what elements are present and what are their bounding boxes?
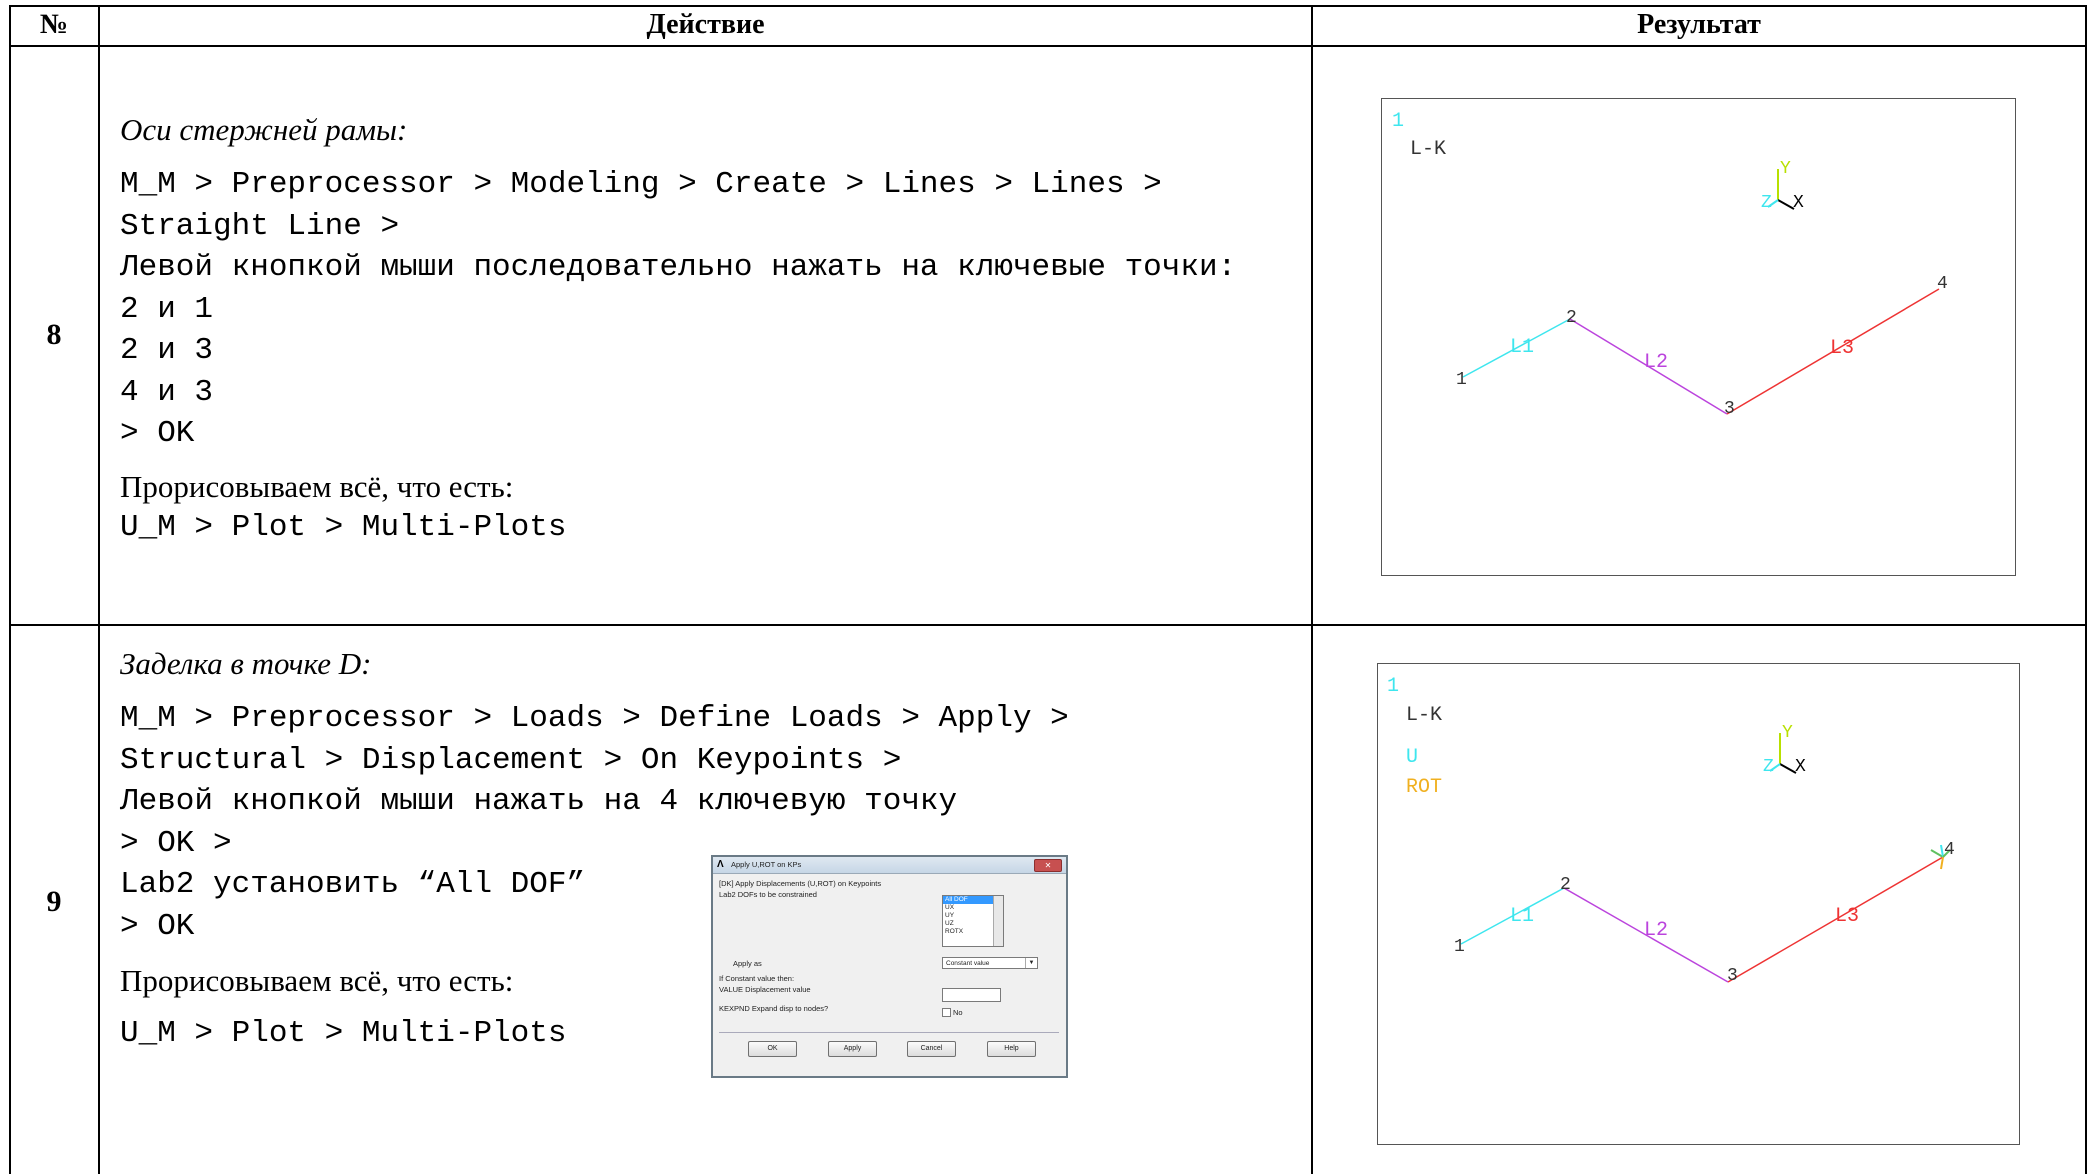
step-heading: Заделка в точке D: [120,646,372,681]
keypoint-label-2: 2 [1566,308,1577,328]
line-label-l3: L3 [1835,905,1859,928]
kexpnd-label: KEXPND Expand disp to nodes? [719,1004,829,1013]
step-note: Прорисовываем всё, что есть: [120,468,514,504]
cancel-button[interactable]: Cancel [907,1041,956,1057]
list-scrollbar[interactable] [993,896,1003,946]
window-number: 1 [1387,675,1399,698]
code-line: Straight Line > [120,208,400,244]
x-axis-label: X [1793,193,1804,213]
code-line: M_M > Preprocessor > Modeling > Create >… [120,167,1162,202]
col-divider-1 [98,5,100,1174]
plot-canvas: 1 L-K Y Z X L1 L2 L3 1 2 3 4 [1392,110,1948,419]
ok-button[interactable]: OK [748,1041,797,1057]
line-label-l1: L1 [1510,905,1534,928]
step-heading: Оси стержней рамы: [120,112,408,147]
code-line: M_M > Preprocessor > Loads > Define Load… [120,701,1069,736]
dof-list[interactable]: All DOF UX UY UZ ROTX [942,895,1004,947]
code-line: > OK [120,416,195,451]
header-action: Действие [646,9,765,40]
header-bottom-border [9,45,2087,47]
apply-as-value: Constant value [946,960,990,967]
result-plot-9: 1 L-K U ROT Y Z X L1 L2 L3 1 2 3 4 [1377,663,2020,1145]
row-8-bottom-border [9,624,2087,626]
apply-button[interactable]: Apply [828,1041,877,1057]
row-8-action: Оси стержней рамы: M_M > Preprocessor > … [120,110,1236,548]
z-axis-label: Z [1761,193,1772,213]
table-left-border [9,5,11,1174]
header-num: № [39,9,69,40]
result-plot-8: 1 L-K Y Z X L1 L2 L3 1 2 3 4 [1381,98,2016,576]
dialog-subtitle: [DK] Apply Displacements (U,ROT) on Keyp… [719,879,882,888]
line-label-l2: L2 [1644,919,1668,942]
lab2-label: Lab2 DOFs to be constrained [719,890,817,899]
code-line: Structural > Displacement > On Keypoints… [120,742,902,778]
row-number: 8 [46,318,62,351]
keypoint-label-3: 3 [1724,399,1735,419]
expand-checkbox-label: No [953,1008,963,1017]
keypoint-label-2: 2 [1560,875,1571,895]
ansys-logo-icon: Λ [717,859,724,870]
code-line: Левой кнопкой мыши нажать на 4 ключевую … [120,784,958,819]
plot-label: L-K [1406,704,1442,727]
help-button[interactable]: Help [987,1041,1036,1057]
line-label-l2: L2 [1644,351,1668,374]
keypoint-label-1: 1 [1456,370,1467,390]
close-icon[interactable]: ✕ [1034,859,1062,872]
code-line: 2 и 1 [120,291,214,327]
code-line: 2 и 3 [120,333,214,368]
dialog-title: Apply U,ROT on KPs [731,860,802,869]
line-label-l3: L3 [1830,337,1854,360]
code-line: Левой кнопкой мыши последовательно нажат… [120,250,1237,285]
button-divider [719,1032,1059,1033]
expand-checkbox[interactable] [942,1008,951,1017]
row-number: 9 [46,885,62,918]
apply-as-select[interactable]: Constant value ▼ [942,957,1038,969]
code-line: 4 и 3 [120,374,214,410]
displacement-value-input[interactable] [942,988,1001,1002]
y-axis-label: Y [1782,723,1793,743]
chevron-down-icon[interactable]: ▼ [1025,958,1037,968]
header-result: Результат [1637,9,1761,40]
code-line: U_M > Plot > Multi-Plots [120,509,567,545]
window-number: 1 [1392,110,1404,133]
col-divider-2 [1311,5,1313,1174]
if-constant-label: If Constant value then: [719,974,795,983]
x-axis-label: X [1795,757,1806,777]
value-label: VALUE Displacement value [719,985,811,994]
plot-canvas: 1 L-K U ROT Y Z X L1 L2 L3 1 2 3 4 [1387,675,1955,986]
apply-urot-dialog: Λ Apply U,ROT on KPs ✕ [DK] Apply Displa… [711,855,1068,1078]
apply-as-label: Apply as [733,959,762,968]
keypoint-label-1: 1 [1454,937,1465,957]
plot-label: L-K [1410,138,1446,161]
keypoint-label-4: 4 [1944,840,1955,860]
x-axis-line [1779,763,1797,774]
legend-rot: ROT [1406,776,1442,799]
line-label-l1: L1 [1510,336,1534,359]
x-axis-line [1777,199,1795,210]
keypoint-label-4: 4 [1937,274,1948,294]
dialog-titlebar: Λ Apply U,ROT on KPs ✕ [713,857,1066,874]
z-axis-label: Z [1763,757,1774,777]
legend-u: U [1406,746,1418,769]
y-axis-label: Y [1780,159,1791,179]
keypoint-label-3: 3 [1727,966,1738,986]
